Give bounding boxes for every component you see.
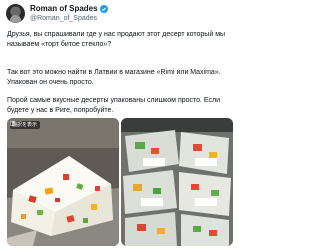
translate-badge-text: 翻訳を表示 bbox=[12, 122, 38, 128]
author-handle[interactable]: @Roman_of_Spades bbox=[30, 14, 97, 24]
verified-badge-icon bbox=[99, 4, 108, 13]
translate-badge[interactable]: 翻訳を表示 bbox=[10, 121, 41, 129]
post-header: Roman of Spades @Roman_of_Spades bbox=[6, 3, 234, 25]
avatar[interactable] bbox=[6, 4, 25, 23]
media-image-left[interactable]: 翻訳を表示 bbox=[7, 118, 119, 246]
store-shelf-photo bbox=[121, 118, 233, 246]
author-name-row: Roman of Spades bbox=[30, 3, 108, 14]
author-display-name[interactable]: Roman of Spades bbox=[30, 3, 98, 14]
post-text-paragraph-1: Друзья, вы спрашивали где у нас продают … bbox=[7, 31, 226, 48]
post-media: 翻訳を表示 bbox=[7, 118, 233, 246]
post-text-paragraph-2: Так вот это можно найти в Латвии в магаз… bbox=[7, 69, 221, 86]
post-text-paragraph-3: Порой самые вкусные десерты упакованы сл… bbox=[7, 97, 221, 114]
media-image-right[interactable] bbox=[121, 118, 233, 246]
translate-icon bbox=[10, 121, 15, 126]
cake-photo bbox=[7, 118, 119, 246]
